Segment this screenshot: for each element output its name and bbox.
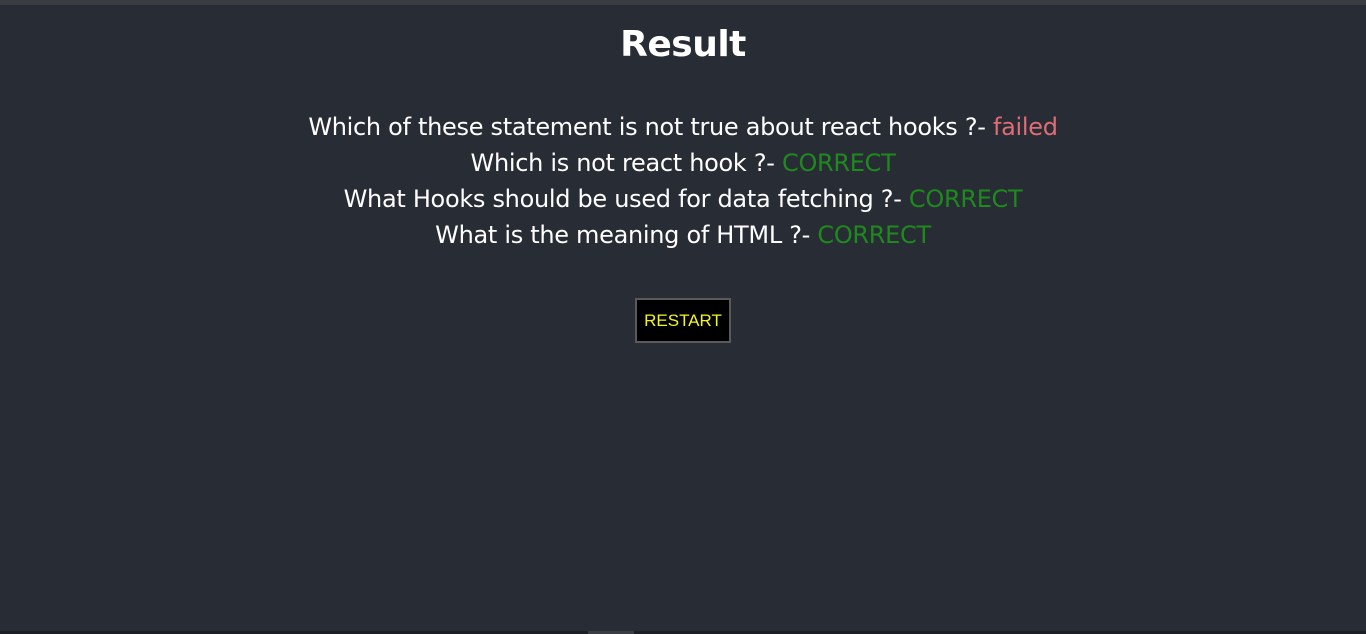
result-item: Which of these statement is not true abo… [0,109,1366,145]
result-item: What Hooks should be used for data fetch… [0,181,1366,217]
result-item: What is the meaning of HTML ?- CORRECT [0,217,1366,253]
page-title: Result [620,24,746,65]
result-question: Which is not react hook ?- [470,149,782,177]
result-item: Which is not react hook ?- CORRECT [0,145,1366,181]
result-status-correct: CORRECT [781,149,896,177]
restart-button[interactable]: RESTART [635,298,731,343]
result-page: Result Which of these statement is not t… [0,0,1366,634]
result-status-failed: failed [992,113,1058,141]
results-list: Which of these statement is not true abo… [0,109,1366,253]
result-question: What is the meaning of HTML ?- [435,221,818,249]
result-status-correct: CORRECT [908,185,1023,213]
result-status-correct: CORRECT [817,221,931,249]
result-question: What Hooks should be used for data fetch… [343,185,909,213]
result-question: Which of these statement is not true abo… [308,113,993,141]
